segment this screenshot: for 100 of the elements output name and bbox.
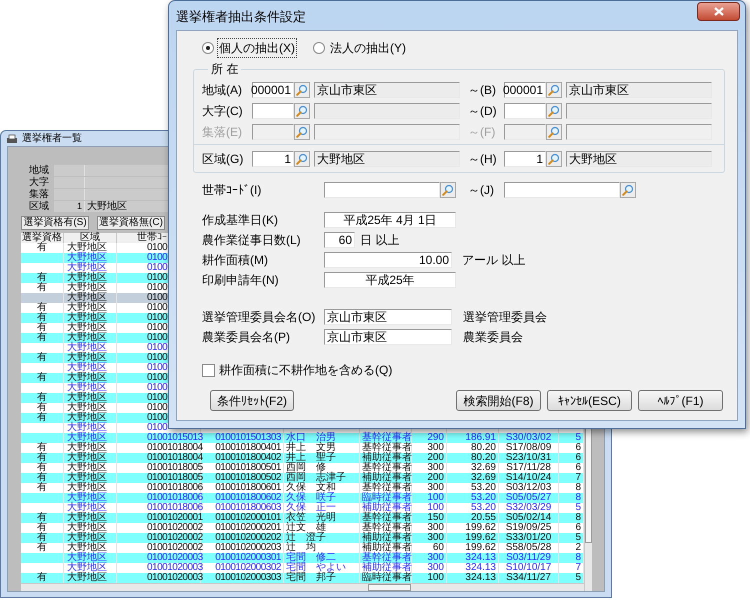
table-cell: 300 [427,483,444,493]
table-cell: S14/10/24 [506,473,552,483]
table-cell: 基幹従事者 [362,483,412,493]
table-cell: 0100102000302 [215,563,281,573]
table-cell: 0100 [147,313,168,323]
table-cell: 0100101800603 [215,503,281,513]
table-cell: 大野地区 [67,343,107,353]
table-cell: 有 [37,453,47,463]
table-cell: 補助従事者 [362,473,412,483]
table-cell: 大野地区 [67,393,107,403]
table-cell: 0100101501303 [215,433,281,443]
table-cell: 補助従事者 [362,453,412,463]
table-cell: 大野地区 [67,573,107,583]
filter-label: 集落 [29,189,50,200]
table-cell: 150 [427,513,444,523]
table-cell: 有 [37,403,47,413]
table-cell: 大野地区 [67,453,107,463]
table-cell: S33/01/20 [506,533,552,543]
table-cell: 324.13 [465,573,496,583]
table-cell: 井上 聖子 [286,453,336,463]
checkbox-label: 耕作面積に不耕作地を含める(Q) [219,362,392,379]
table-cell: 有 [37,533,47,543]
table-cell: 大野地区 [67,433,107,443]
window-title: 選挙権者一覧 [22,132,82,146]
table-cell: 0100102000202 [215,533,281,543]
table-cell: 0100 [147,263,168,273]
table-cell: 久保 文和 [286,483,336,493]
table-cell: 大野地区 [67,243,107,253]
table-cell: 0100102000201 [215,523,281,533]
table-cell: S34/11/27 [506,573,551,583]
table-cell: 大野地区 [67,313,107,323]
table-cell: 有 [37,283,47,293]
table-cell: 大野地区 [67,353,107,363]
table-cell: 01001018006 [147,503,203,513]
table-cell: 大野地区 [67,463,107,473]
table-cell: 0100 [147,403,168,413]
table-cell: 西岡 修 [286,463,326,473]
filter-label: 大字 [29,177,50,188]
table-cell: 01001018006 [147,483,203,493]
table-cell: 53.20 [470,483,496,493]
table-cell: 60 [432,543,444,553]
table-cell: 久保 正一 [286,503,336,513]
table-cell: 53.20 [470,493,496,503]
table-cell: 8 [575,553,581,563]
table-cell: 0100101800501 [215,463,281,473]
table-cell: 01001018005 [147,473,203,483]
table-cell: S03/12/03 [506,483,552,493]
table-cell: 01001020003 [147,573,203,583]
table-cell: 有 [37,373,47,383]
table-cell: 200 [427,453,444,463]
table-cell: 0100 [147,253,168,263]
table-cell: 大野地区 [67,363,107,373]
table-cell: 有 [37,273,47,283]
table-cell: 01001018005 [147,463,203,473]
field-label: 農業委員会名(P) [202,329,291,346]
unit-label: アール 以上 [462,252,526,269]
table-cell: S03/11/29 [506,553,551,563]
table-cell: 大野地区 [67,483,107,493]
table-cell: 0100 [147,273,168,283]
table-cell: 大野地区 [67,273,107,283]
table-cell: 大野地区 [67,503,107,513]
table-cell: 有 [37,443,47,453]
table-cell: 0100101800601 [215,483,281,493]
range-label: ～(J) [468,182,495,199]
table-cell: S05/05/27 [506,493,552,503]
table-cell: 大野地区 [67,303,107,313]
table-cell: 8 [575,483,581,493]
table-cell: 300 [427,463,444,473]
table-cell: 01001018004 [147,453,203,463]
field-label: 区域(G) [202,151,244,168]
table-cell: 20.55 [470,513,496,523]
table-cell: 200 [427,473,444,483]
table-cell: 補助従事者 [362,533,412,543]
table-cell: S17/08/09 [506,443,552,453]
table-cell: 100 [427,503,444,513]
table-cell: 0100 [147,423,168,433]
table-cell: 0100101800401 [215,443,281,453]
table-cell: 大野地区 [67,373,107,383]
table-cell: 基幹従事者 [362,513,412,523]
table-cell: 補助従事者 [362,563,412,573]
table-cell: S32/03/29 [506,503,552,513]
table-cell: 53.20 [470,503,496,513]
table-cell: 臨時従事者 [362,493,412,503]
table-cell: 300 [427,563,444,573]
table-cell: 有 [37,523,47,533]
table-cell: 大野地区 [67,553,107,563]
table-cell: 辻 均 [286,543,316,553]
table-cell: 8 [575,493,581,503]
table-cell: 有 [37,413,47,423]
table-cell: 7 [575,473,581,483]
table-cell: 基幹従事者 [362,443,412,453]
table-cell: 01001018004 [147,443,203,453]
table-cell: 有 [37,333,47,343]
table-cell: 有 [37,483,47,493]
filter-code-field: 1 [54,201,85,212]
field-label: 作成基準日(K) [202,212,279,229]
table-cell: 大野地区 [67,443,107,453]
table-cell: 大野地区 [67,283,107,293]
table-cell: 大野地区 [67,293,107,303]
table-cell: 0100102000303 [215,573,281,583]
